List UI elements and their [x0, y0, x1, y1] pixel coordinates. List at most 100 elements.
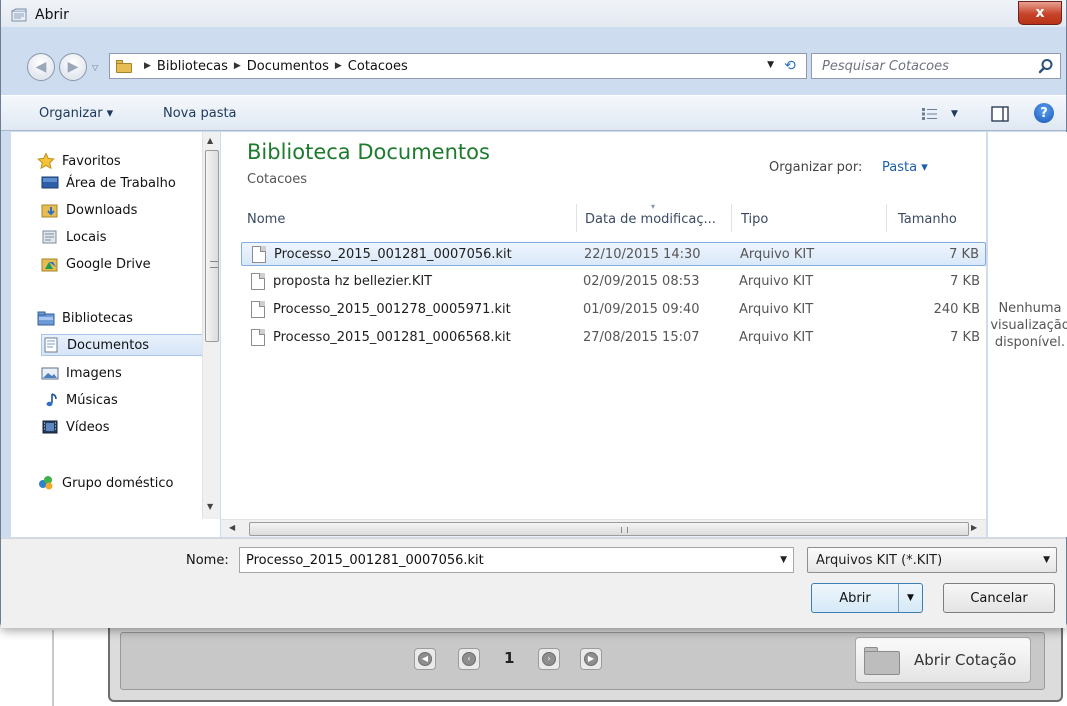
file-type: Arquivo KIT	[739, 302, 814, 317]
next-page-button[interactable]: ›	[538, 648, 560, 670]
scroll-down-icon[interactable]: ▼	[207, 502, 213, 511]
sidebar-item-bibliotecas[interactable]: Bibliotecas	[37, 307, 219, 329]
arrange-by-dropdown[interactable]: Pasta ▾	[882, 160, 928, 175]
close-button[interactable]: x	[1018, 1, 1062, 25]
last-page-button[interactable]: ▶	[580, 648, 602, 670]
preview-pane: Nenhuma visualização disponível.	[987, 132, 1067, 537]
sidebar-item-musicas[interactable]: Músicas	[41, 389, 219, 411]
file-name-dropdown-icon[interactable]: ▼	[780, 555, 787, 565]
column-size[interactable]: Tamanho	[898, 212, 957, 227]
file-name: Processo_2015_001281_0007056.kit	[274, 247, 512, 262]
sidebar-item-favoritos[interactable]: Favoritos	[37, 150, 219, 172]
column-type[interactable]: Tipo	[741, 212, 768, 227]
dialog-footer: Nome: ▼ Arquivos KIT (*.KIT) ▼ Abrir ▼ C…	[1, 538, 1066, 628]
change-view-button[interactable]: ▼	[921, 104, 958, 124]
column-date[interactable]: Data de modificaç...	[585, 212, 716, 227]
cancel-button[interactable]: Cancelar	[943, 583, 1055, 613]
sidebar-item-desktop[interactable]: Área de Trabalho	[41, 172, 219, 194]
documents-icon	[44, 337, 58, 353]
organize-button[interactable]: Organizar ▾	[39, 106, 113, 121]
breadcrumb-documentos[interactable]: Documentos	[247, 59, 329, 74]
scrollbar-thumb[interactable]	[205, 150, 219, 342]
navigation-pane: Favoritos Área de Trabalho Downloads Loc…	[11, 132, 220, 519]
sidebar-item-locais[interactable]: Locais	[41, 226, 219, 248]
navigation-row: ◀ ▶ ▽ ▶ Bibliotecas ▶ Documentos ▶ Cotac…	[1, 49, 1066, 85]
file-size: 240 KB	[933, 302, 980, 317]
desktop-icon	[41, 176, 59, 189]
first-page-button[interactable]: ◀	[414, 648, 436, 670]
forward-arrow-icon: ▶	[67, 59, 79, 75]
address-bar[interactable]: ▶ Bibliotecas ▶ Documentos ▶ Cotacoes ▼ …	[109, 53, 807, 79]
scroll-right-icon[interactable]: ▶	[971, 523, 977, 532]
file-name-input[interactable]	[246, 552, 766, 568]
recent-locations-dropdown[interactable]: ▽	[92, 63, 98, 72]
navigation-pane-scrollbar[interactable]: ▲ ▼	[202, 132, 220, 519]
sidebar-label: Músicas	[66, 392, 118, 408]
column-name[interactable]: Nome	[247, 212, 285, 227]
sidebar-item-videos[interactable]: Vídeos	[41, 416, 219, 438]
breadcrumb-separator-icon[interactable]: ▶	[335, 61, 342, 71]
previous-page-button[interactable]: ‹	[458, 648, 480, 670]
file-name: Processo_2015_001278_0005971.kit	[273, 302, 511, 317]
file-type-select[interactable]: Arquivos KIT (*.KIT) ▼	[807, 547, 1057, 573]
file-row[interactable]: Processo_2015_001281_0006568.kit 27/08/2…	[241, 326, 986, 350]
next-page-icon: ›	[542, 652, 556, 666]
sidebar-label: Favoritos	[62, 153, 121, 169]
file-list-pane: Biblioteca Documentos Cotacoes Organizar…	[221, 132, 986, 519]
address-dropdown-icon[interactable]: ▼	[767, 60, 774, 70]
google-drive-icon	[41, 258, 58, 272]
cancel-button-label: Cancelar	[970, 590, 1028, 606]
preview-pane-button[interactable]	[991, 104, 1009, 124]
sidebar-item-imagens[interactable]: Imagens	[41, 362, 219, 384]
scrollbar-thumb[interactable]	[249, 522, 969, 536]
close-icon: x	[1035, 5, 1045, 21]
new-folder-button[interactable]: Nova pasta	[163, 106, 237, 121]
file-list-horizontal-scrollbar[interactable]: ◀ ▶	[221, 519, 986, 537]
file-name-field: ▼	[239, 547, 794, 573]
sidebar-label: Bibliotecas	[62, 310, 133, 326]
help-button[interactable]: ?	[1034, 103, 1054, 123]
scroll-up-icon[interactable]: ▲	[207, 136, 213, 145]
breadcrumb-separator-icon[interactable]: ▶	[234, 61, 241, 71]
recent-places-icon	[42, 230, 57, 244]
sidebar-item-grupo-domestico[interactable]: Grupo doméstico	[37, 472, 219, 494]
sidebar-item-downloads[interactable]: Downloads	[41, 199, 219, 221]
refresh-icon[interactable]: ⟲	[780, 57, 800, 75]
breadcrumb-cotacoes[interactable]: Cotacoes	[348, 59, 408, 74]
libraries-icon	[37, 311, 55, 326]
sidebar-item-google-drive[interactable]: Google Drive	[41, 253, 219, 275]
star-icon	[37, 153, 55, 169]
sidebar-label: Grupo doméstico	[62, 475, 174, 491]
file-date: 02/09/2015 08:53	[583, 274, 700, 289]
open-quote-label: Abrir Cotação	[914, 651, 1017, 669]
forward-button[interactable]: ▶	[59, 53, 87, 81]
open-button[interactable]: Abrir ▼	[811, 583, 923, 613]
file-date: 27/08/2015 15:07	[583, 330, 700, 345]
downloads-folder-icon	[41, 204, 58, 218]
back-button[interactable]: ◀	[27, 53, 55, 81]
open-options-dropdown-icon[interactable]: ▼	[898, 584, 922, 612]
file-type-value: Arquivos KIT (*.KIT)	[816, 552, 943, 568]
document-icon	[252, 246, 266, 263]
search-input[interactable]	[822, 58, 1032, 74]
scroll-left-icon[interactable]: ◀	[229, 523, 235, 532]
preview-message: Nenhuma visualização disponível.	[990, 301, 1067, 350]
open-quote-button[interactable]: Abrir Cotação	[855, 637, 1031, 683]
file-size: 7 KB	[949, 247, 979, 262]
search-icon[interactable]	[1038, 58, 1054, 74]
column-headers: Nome ▾ Data de modificaç... Tipo Tamanho	[221, 202, 986, 232]
sidebar-label: Downloads	[66, 202, 138, 218]
sidebar-item-documentos[interactable]: Documentos	[41, 334, 203, 356]
homegroup-icon	[39, 476, 53, 490]
document-icon	[251, 273, 265, 290]
breadcrumb-bibliotecas[interactable]: Bibliotecas	[157, 59, 228, 74]
sidebar-label: Imagens	[66, 365, 122, 381]
open-file-dialog: Abrir x ◀ ▶ ▽ ▶ Bibliotecas ▶ Documentos…	[0, 0, 1067, 628]
breadcrumb-separator-icon[interactable]: ▶	[144, 61, 151, 71]
sidebar-label: Vídeos	[66, 419, 110, 435]
file-row[interactable]: proposta hz bellezier.KIT 02/09/2015 08:…	[241, 270, 986, 294]
file-row[interactable]: Processo_2015_001278_0005971.kit 01/09/2…	[241, 298, 986, 322]
view-dropdown-icon[interactable]: ▼	[951, 109, 958, 119]
dialog-title: Abrir	[35, 7, 69, 23]
file-row[interactable]: Processo_2015_001281_0007056.kit 22/10/2…	[241, 242, 986, 266]
